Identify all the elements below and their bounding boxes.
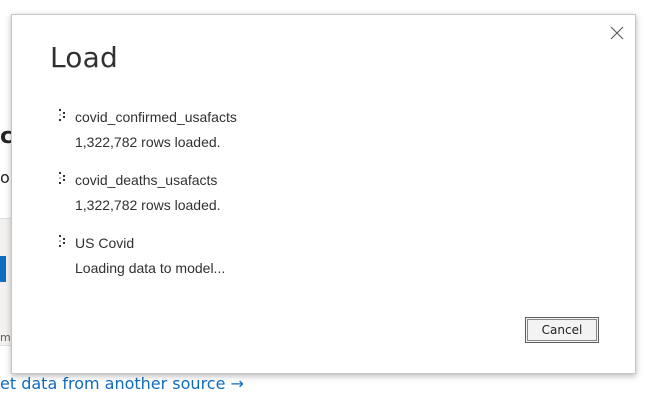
background-card-caption-fragment: m [0, 331, 11, 344]
query-name: US Covid [75, 235, 135, 251]
dialog-title: Load [50, 41, 118, 74]
cancel-button-label: Cancel [527, 319, 597, 341]
cancel-button[interactable]: Cancel [525, 317, 599, 343]
query-name: covid_deaths_usafacts [75, 172, 218, 188]
loading-spinner-icon [58, 172, 68, 186]
query-name: covid_confirmed_usafacts [75, 109, 237, 125]
load-dialog: Load covid_confirmed_usafacts 1,322,782 … [11, 14, 636, 374]
app-window: c ou m et data from another source → Loa… [0, 0, 659, 402]
query-status: 1,322,782 rows loaded. [75, 197, 221, 213]
query-status: Loading data to model... [75, 260, 226, 276]
query-status: 1,322,782 rows loaded. [75, 134, 221, 150]
loading-spinner-icon [58, 109, 68, 123]
get-data-from-another-source-link[interactable]: et data from another source → [0, 374, 244, 393]
close-icon[interactable] [608, 24, 626, 42]
data-source-icon [0, 256, 6, 282]
loading-spinner-icon [58, 235, 68, 249]
